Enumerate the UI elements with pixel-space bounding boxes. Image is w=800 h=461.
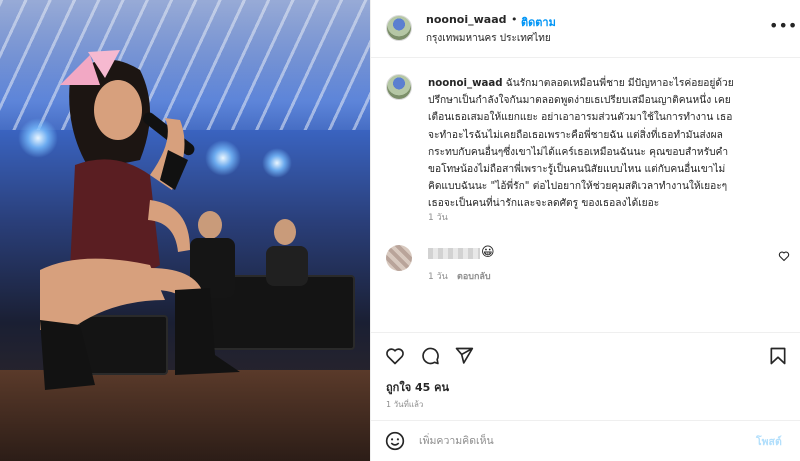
comment-item: 😀 1 วัน ตอบกลับ bbox=[371, 240, 800, 290]
singer-figure bbox=[40, 50, 240, 390]
post-side-panel: noonoi_waad • ติดตาม กรุงเทพมหานคร ประเท… bbox=[370, 0, 800, 461]
commenter-name-blurred bbox=[428, 248, 480, 259]
separator-dot: • bbox=[511, 13, 518, 26]
author-username[interactable]: noonoi_waad bbox=[426, 13, 507, 26]
post-timestamp: 1 วันที่แล้ว bbox=[386, 400, 424, 409]
post-header: noonoi_waad • ติดตาม กรุงเทพมหานคร ประเท… bbox=[371, 0, 800, 58]
comment-emoji: 😀 bbox=[481, 245, 495, 260]
caption-username[interactable]: noonoi_waad bbox=[428, 78, 503, 89]
add-comment-bar: โพสต์ bbox=[371, 420, 800, 461]
emoji-picker-icon[interactable] bbox=[385, 431, 405, 451]
post-photo[interactable] bbox=[0, 0, 370, 461]
paper-plane-icon[interactable] bbox=[453, 345, 475, 367]
caption-avatar[interactable] bbox=[386, 74, 412, 100]
comment-bubble-icon[interactable] bbox=[419, 345, 441, 367]
commenter-avatar[interactable] bbox=[386, 245, 412, 271]
bookmark-icon[interactable] bbox=[767, 345, 789, 367]
author-avatar[interactable] bbox=[386, 15, 412, 41]
reply-button[interactable]: ตอบกลับ bbox=[457, 269, 491, 283]
comment-heart-icon[interactable] bbox=[778, 250, 790, 265]
comment-input[interactable] bbox=[419, 431, 719, 451]
comment-time: 1 วัน bbox=[428, 272, 448, 282]
like-heart-icon[interactable] bbox=[384, 345, 406, 367]
post-comment-button[interactable]: โพสต์ bbox=[756, 433, 782, 450]
caption-body: ฉันรักมาตลอดเหมือนพี่ชาย มีปัญหาอะไรค่อย… bbox=[428, 78, 734, 210]
location-link[interactable]: กรุงเทพมหานคร ประเทศไทย bbox=[426, 31, 551, 46]
follow-button[interactable]: ติดตาม bbox=[521, 13, 556, 31]
caption-time: 1 วัน bbox=[428, 213, 448, 223]
likes-count[interactable]: ถูกใจ 45 คน bbox=[386, 378, 449, 396]
caption-text: noonoi_waad ฉันรักมาตลอดเหมือนพี่ชาย มีป… bbox=[428, 75, 778, 213]
more-horizontal-icon[interactable]: ••• bbox=[769, 16, 797, 35]
post-actions bbox=[371, 332, 800, 376]
